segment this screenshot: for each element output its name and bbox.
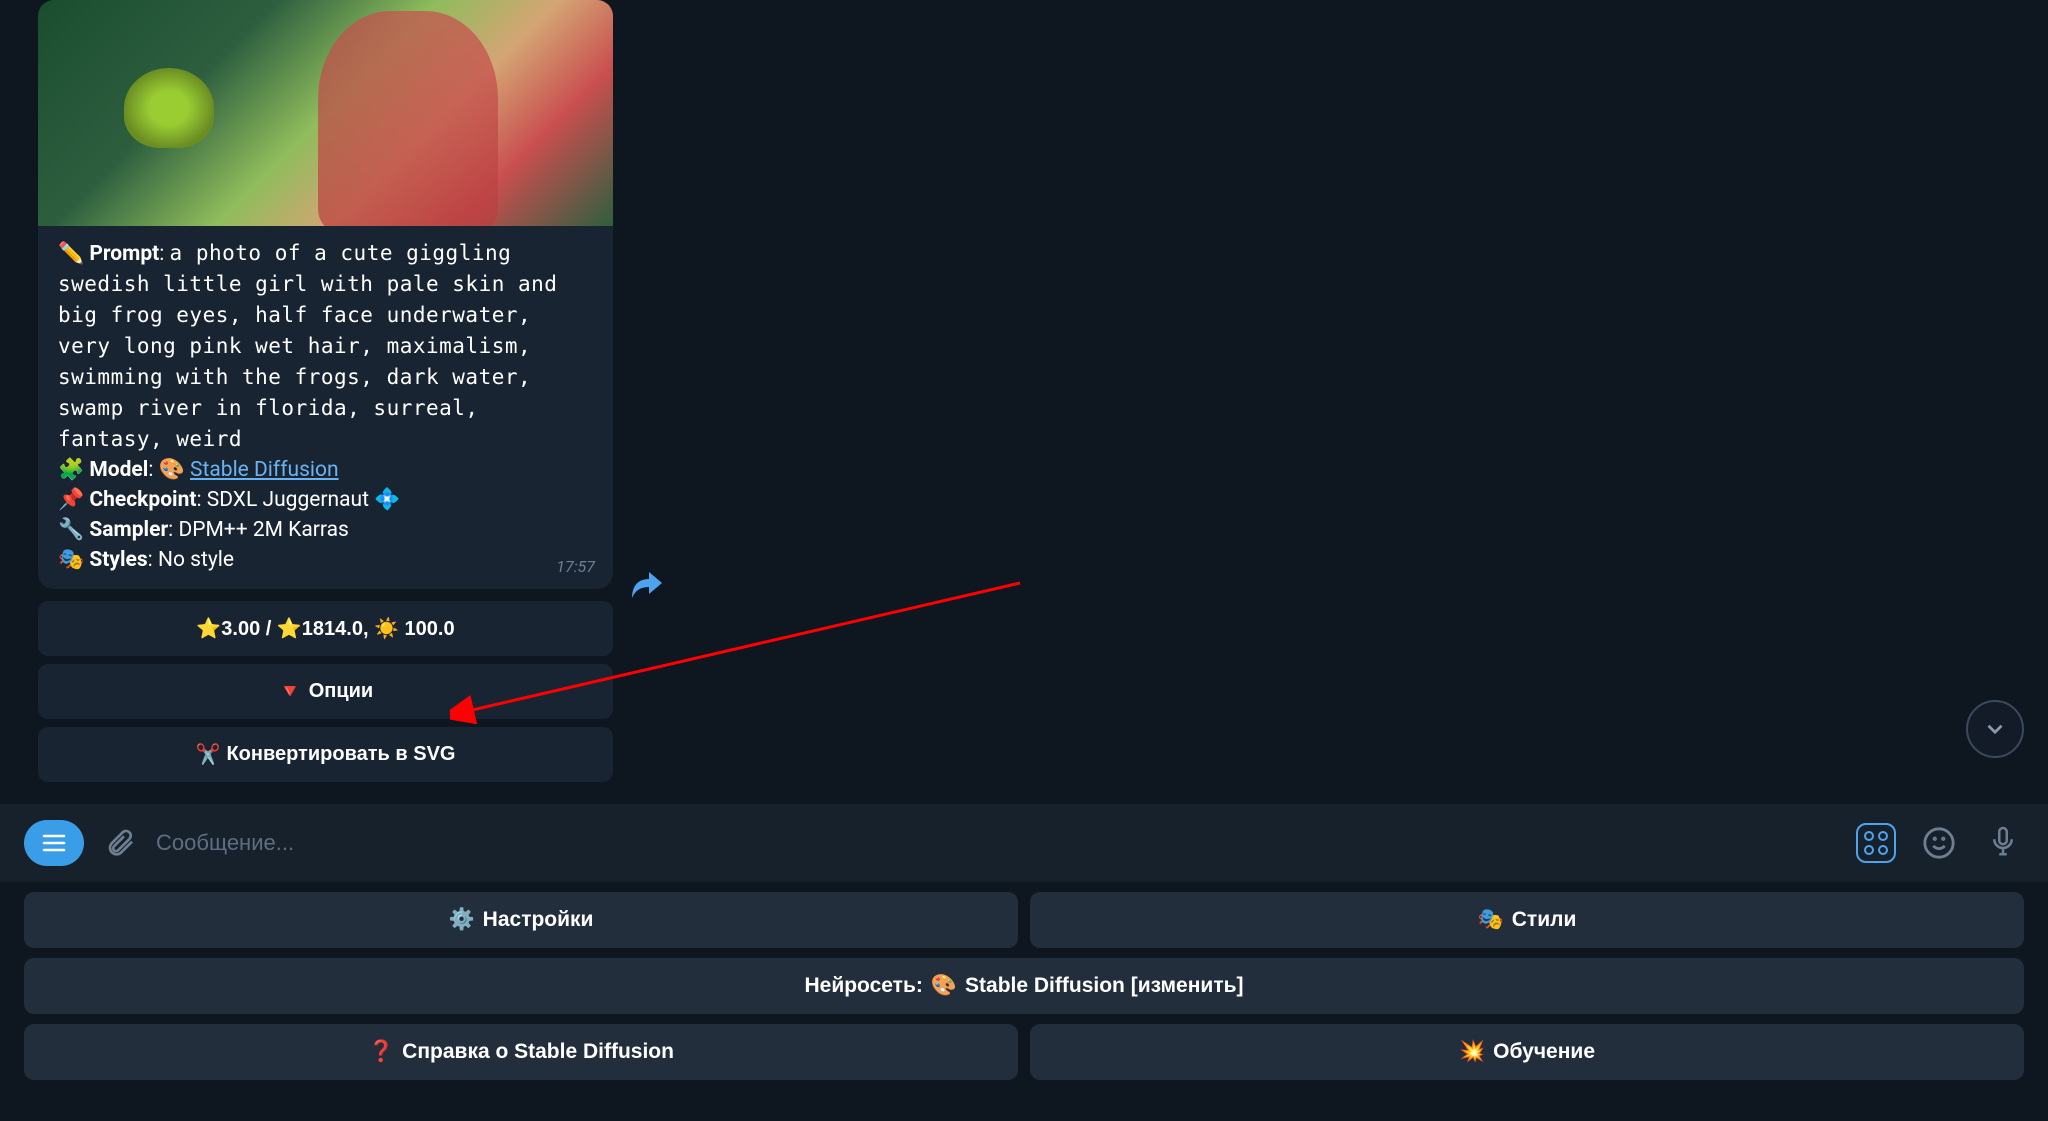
options-button[interactable]: 🔻 Опции [38,664,613,719]
message-text: ✏️ Prompt: a photo of a cute giggling sw… [38,226,613,589]
timestamp: 17:57 [556,556,595,579]
model-label: Model [89,458,148,482]
message-bubble: ✏️ Prompt: a photo of a cute giggling sw… [38,0,613,589]
chat-area: ✏️ Prompt: a photo of a cute giggling sw… [0,0,2048,782]
styles-line: 🎭 Styles: No style [58,545,593,575]
paperclip-icon [104,827,136,859]
stats-button[interactable]: ⭐3.00 / ⭐1814.0, ☀️ 100.0 [38,601,613,656]
training-button[interactable]: 💥 Обучение [1030,1024,2024,1080]
help-label: Справка о Stable Diffusion [402,1040,674,1064]
masks-icon: 🎭 [1478,908,1504,932]
menu-button[interactable] [24,820,84,866]
pencil-icon: ✏️ [58,242,84,266]
apps-button[interactable] [1856,823,1896,863]
sampler-value: DPM++ 2M Karras [178,518,348,542]
prompt-line: ✏️ Prompt: a photo of a cute giggling sw… [58,238,593,455]
training-label: Обучение [1493,1040,1595,1064]
checkpoint-label: Checkpoint [89,488,196,512]
microphone-icon [1988,825,2018,861]
convert-svg-button[interactable]: ✂️ Конвертировать в SVG [38,727,613,782]
styles-value: No style [158,548,234,572]
question-icon: ❓ [368,1040,394,1064]
wrench-icon: 🔧 [58,518,84,542]
message-input[interactable] [156,830,1836,856]
model-line: 🧩 Model: 🎨 Stable Diffusion [58,455,593,485]
nn-prefix: Нейросеть: [804,974,922,998]
model-link[interactable]: Stable Diffusion [190,458,339,482]
nn-value: Stable Diffusion [изменить] [965,974,1244,998]
prompt-label: Prompt [89,242,159,266]
masks-icon: 🎭 [58,548,84,572]
voice-button[interactable] [1982,825,2024,861]
hamburger-icon [42,833,66,853]
styles-button[interactable]: 🎭 Стили [1030,892,2024,948]
options-label: Опции [309,680,374,703]
checkpoint-value: SDXL Juggernaut [207,488,369,512]
sampler-line: 🔧 Sampler: DPM++ 2M Karras [58,515,593,545]
gear-icon: ⚙️ [449,908,475,932]
burst-icon: 💥 [1459,1040,1485,1064]
prompt-text: a photo of a cute giggling swedish littl… [58,241,557,451]
puzzle-icon: 🧩 [58,458,84,482]
chevron-down-icon [1982,716,2008,742]
styles-label: Стили [1512,908,1577,932]
inline-keyboard: ⭐3.00 / ⭐1814.0, ☀️ 100.0 🔻 Опции ✂️ Кон… [38,601,613,782]
checkpoint-line: 📌 Checkpoint: SDXL Juggernaut 💠 [58,485,593,515]
palette-icon: 🎨 [931,974,957,998]
scroll-down-button[interactable] [1966,700,2024,758]
diamond-icon: 💠 [374,488,400,512]
palette-icon: 🎨 [159,458,185,482]
styles-label: Styles [89,548,147,572]
generated-image[interactable] [38,0,613,226]
input-bar [0,804,2048,882]
options-icon: 🔻 [278,679,303,704]
neural-network-button[interactable]: Нейросеть: 🎨 Stable Diffusion [изменить] [24,958,2024,1014]
scissors-icon: ✂️ [196,742,221,767]
attach-button[interactable] [104,827,136,859]
forward-icon[interactable] [632,572,662,605]
stats-text: ⭐3.00 / ⭐1814.0, ☀️ 100.0 [196,616,454,641]
emoji-button[interactable] [1916,826,1962,860]
settings-label: Настройки [483,908,594,932]
sampler-label: Sampler [89,518,168,542]
help-button[interactable]: ❓ Справка о Stable Diffusion [24,1024,1018,1080]
convert-label: Конвертировать в SVG [226,743,455,766]
settings-button[interactable]: ⚙️ Настройки [24,892,1018,948]
pin-icon: 📌 [58,488,84,512]
smile-icon [1922,826,1956,860]
reply-keyboard: ⚙️ Настройки 🎭 Стили Нейросеть: 🎨 Stable… [0,882,2048,1090]
